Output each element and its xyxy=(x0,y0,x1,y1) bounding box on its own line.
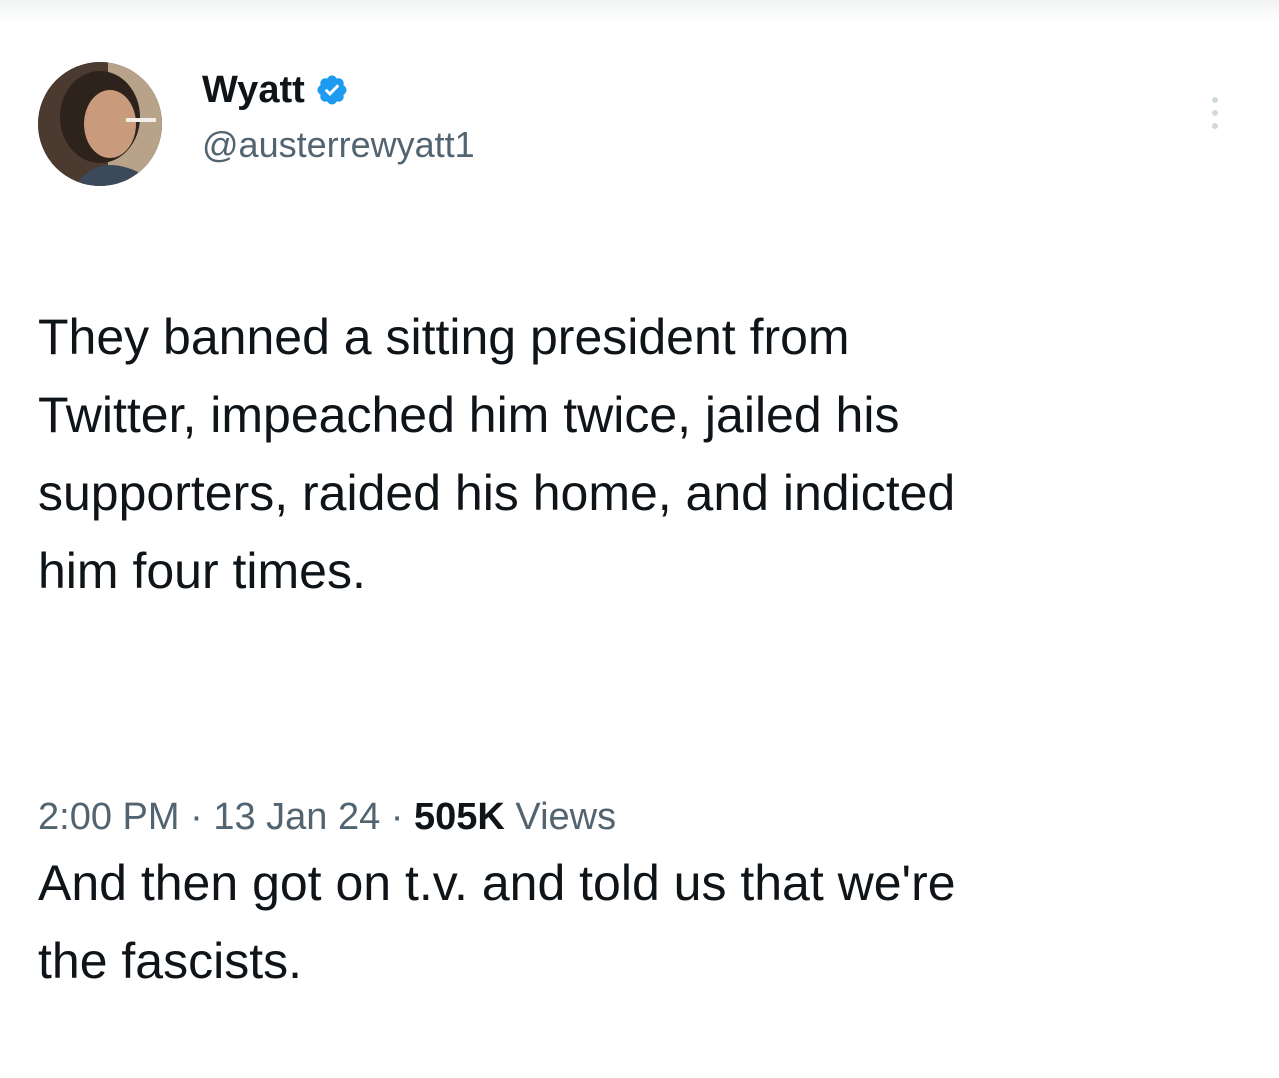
tweet-paragraph-2: And then got on t.v. and told us that we… xyxy=(38,855,956,989)
more-dot xyxy=(1212,123,1218,129)
more-dot xyxy=(1212,110,1218,116)
avatar[interactable] xyxy=(38,62,162,186)
more-dot xyxy=(1212,97,1218,103)
views-count: 505K xyxy=(414,796,505,838)
avatar-photo xyxy=(38,62,162,186)
tweet-meta: 2:00 PM · 13 Jan 24 · 505K Views xyxy=(38,796,616,839)
author-row: Wyatt xyxy=(202,66,349,114)
views-label: Views xyxy=(504,796,617,838)
verified-badge-icon xyxy=(317,75,347,105)
tweet-paragraph-1: They banned a sitting president from Twi… xyxy=(38,309,956,599)
meta-separator: · xyxy=(380,796,415,838)
meta-separator: · xyxy=(179,796,214,838)
author-handle[interactable]: @austerrewyatt1 xyxy=(202,124,475,166)
tweet-text: They banned a sitting president from Twi… xyxy=(38,220,1238,1078)
more-options-icon[interactable] xyxy=(1200,88,1230,138)
tweet-time[interactable]: 2:00 PM xyxy=(38,796,180,838)
display-name[interactable]: Wyatt xyxy=(202,69,305,112)
top-edge xyxy=(0,0,1279,22)
tweet-date[interactable]: 13 Jan 24 xyxy=(213,796,380,838)
